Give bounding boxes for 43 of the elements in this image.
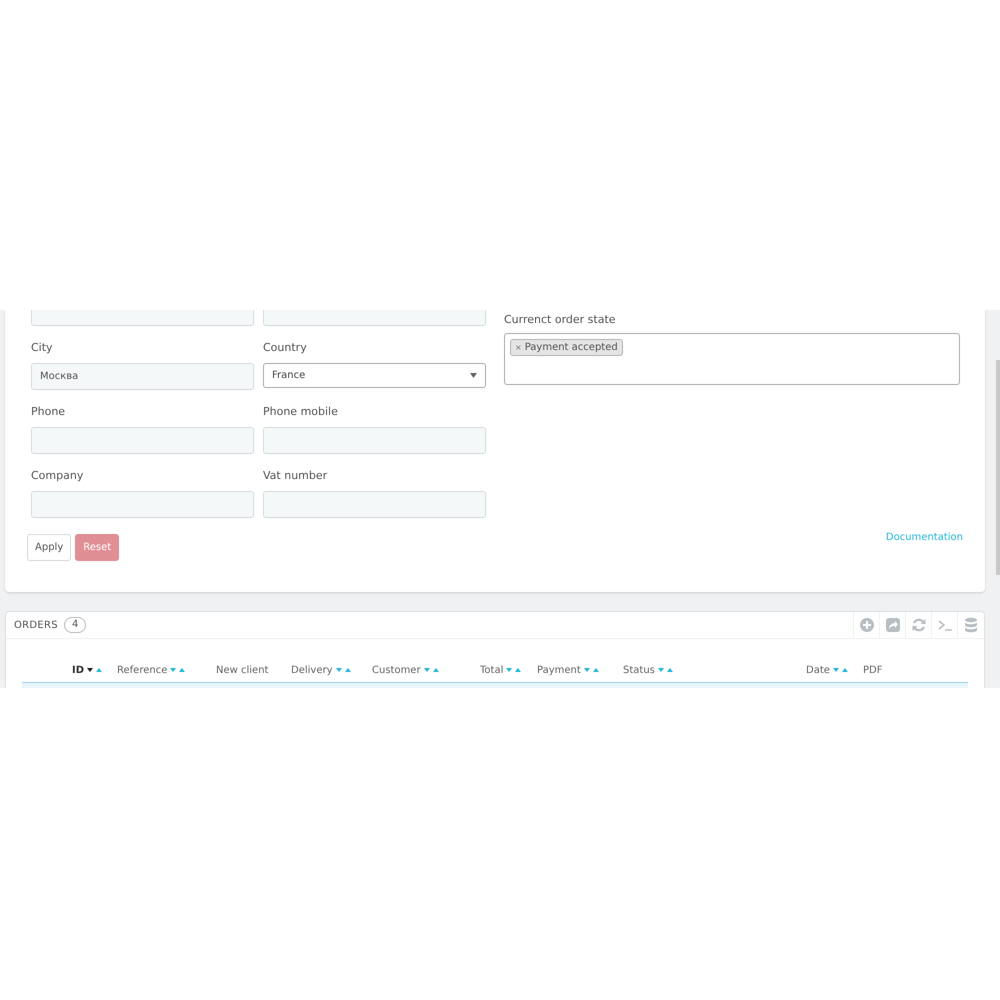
input-field[interactable] xyxy=(263,491,486,518)
tag-label: Payment accepted xyxy=(524,341,618,355)
refresh-icon[interactable] xyxy=(910,617,926,633)
field-label: Country xyxy=(263,340,308,356)
remove-tag-button[interactable]: × xyxy=(515,342,522,354)
sort-asc-icon[interactable] xyxy=(515,668,522,672)
export-icon[interactable] xyxy=(884,617,900,633)
column-header[interactable]: Payment xyxy=(537,662,581,678)
add-icon[interactable] xyxy=(858,617,874,633)
input-field[interactable] xyxy=(263,427,486,454)
field-label: Company xyxy=(31,468,84,484)
caret-icon xyxy=(470,373,477,378)
apply-button[interactable]: Apply xyxy=(27,534,72,561)
column-header[interactable]: Customer xyxy=(372,662,421,678)
column-header[interactable]: Delivery xyxy=(291,662,333,678)
field-label: Phone mobile xyxy=(263,404,339,420)
sort-desc-icon[interactable] xyxy=(87,668,94,672)
sort-asc-icon[interactable] xyxy=(179,668,186,672)
column-header[interactable]: ID xyxy=(72,662,84,678)
column-header: PDF xyxy=(863,664,882,678)
field-label: Phone xyxy=(31,404,66,420)
tag-field[interactable]: × Payment accepted xyxy=(504,333,960,385)
input-field[interactable] xyxy=(31,491,254,518)
column-header[interactable]: Reference xyxy=(117,662,168,678)
sort-asc-icon[interactable] xyxy=(666,668,673,672)
sort-asc-icon[interactable] xyxy=(344,668,351,672)
sort-asc-icon[interactable] xyxy=(432,668,439,672)
database-icon[interactable] xyxy=(962,617,978,633)
sort-asc-icon[interactable] xyxy=(96,668,102,672)
field-label: Currenct order state xyxy=(504,312,617,328)
sort-asc-icon[interactable] xyxy=(842,668,848,672)
input-field[interactable]: Москва xyxy=(31,363,254,390)
field-label: Vat number xyxy=(263,468,328,484)
sort-asc-icon[interactable] xyxy=(592,668,599,672)
field-label: City xyxy=(31,340,54,356)
panel-title: ORDERS xyxy=(14,618,58,632)
count-badge: 4 xyxy=(64,617,86,633)
column-header[interactable]: Date xyxy=(806,662,830,678)
column-header[interactable]: Total xyxy=(480,662,504,678)
column-header: New client xyxy=(216,664,268,678)
country-dropdown[interactable]: France xyxy=(263,363,486,388)
input-field[interactable] xyxy=(31,427,254,454)
column-header[interactable]: Status xyxy=(623,662,655,678)
